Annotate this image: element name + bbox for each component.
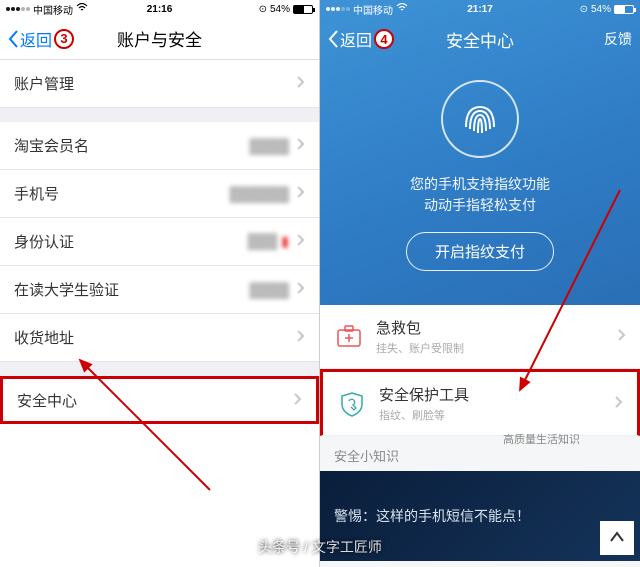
battery-icon <box>293 5 313 14</box>
row-label: 账户管理 <box>14 73 74 94</box>
row-identity[interactable]: 身份认证 ███ ▮ <box>0 218 319 266</box>
back-button[interactable]: 返回 4 <box>328 27 394 51</box>
fingerprint-icon <box>441 80 519 158</box>
chevron-right-icon <box>294 392 302 409</box>
chevron-right-icon <box>297 75 305 92</box>
card-subtitle: 挂失、账户受限制 <box>376 340 610 356</box>
hero-line2: 动动手指轻松支付 <box>410 195 550 216</box>
scroll-top-button[interactable] <box>600 521 634 555</box>
row-value: ████ <box>249 138 289 154</box>
alarm-icon: ⊙ <box>259 4 267 15</box>
row-label: 淘宝会员名 <box>14 135 89 156</box>
enable-fingerprint-button[interactable]: 开启指纹支付 <box>406 232 554 271</box>
tips-note: 高质量生活知识 <box>503 431 580 447</box>
chevron-right-icon <box>297 281 305 298</box>
settings-list: 账户管理 淘宝会员名 ████ 手机号 ██████ 身份认证 ███ ▮ 在读… <box>0 60 319 424</box>
chevron-right-icon <box>297 137 305 154</box>
wifi-icon <box>396 3 408 15</box>
page-title: 账户与安全 <box>117 26 202 51</box>
hero-text: 您的手机支持指纹功能 动动手指轻松支付 <box>410 174 550 216</box>
row-label: 手机号 <box>14 183 59 204</box>
row-label: 在读大学生验证 <box>14 279 119 300</box>
row-value: ████ <box>249 282 289 298</box>
nav-bar: 返回 3 账户与安全 <box>0 18 319 60</box>
carrier-label: 中国移动 <box>33 2 73 17</box>
clock: 21:17 <box>467 4 493 15</box>
hero-line1: 您的手机支持指纹功能 <box>410 174 550 195</box>
chevron-right-icon <box>297 233 305 250</box>
chevron-right-icon <box>618 328 626 346</box>
wifi-icon <box>76 3 88 15</box>
row-label: 身份认证 <box>14 231 74 252</box>
banner-text: 警惕：这样的手机短信不能点！ <box>334 506 530 526</box>
card-security-tools[interactable]: 安全保护工具 指纹、刷脸等 <box>320 369 640 436</box>
row-account-mgmt[interactable]: 账户管理 <box>0 60 319 108</box>
chevron-right-icon <box>297 329 305 346</box>
first-aid-icon <box>334 322 364 352</box>
row-security-center[interactable]: 安全中心 <box>0 376 319 424</box>
back-button[interactable]: 返回 3 <box>8 27 74 51</box>
row-label: 安全中心 <box>17 390 77 411</box>
card-title: 急救包 <box>376 317 610 338</box>
back-label: 返回 <box>20 27 52 51</box>
step-badge-3: 3 <box>54 29 74 49</box>
back-label: 返回 <box>340 27 372 51</box>
card-emergency-kit[interactable]: 急救包 挂失、账户受限制 <box>320 305 640 369</box>
signal-icon <box>6 7 30 11</box>
row-label: 收货地址 <box>14 327 74 348</box>
page-title: 安全中心 <box>446 27 514 52</box>
feedback-button[interactable]: 反馈 <box>604 29 632 49</box>
row-student[interactable]: 在读大学生验证 ████ <box>0 266 319 314</box>
carrier-label: 中国移动 <box>353 2 393 17</box>
tips-header: 安全小知识 <box>320 436 640 471</box>
shield-wrench-icon <box>337 389 367 419</box>
row-phone[interactable]: 手机号 ██████ <box>0 170 319 218</box>
card-title: 安全保护工具 <box>379 384 607 405</box>
hero-section: 中国移动 21:17 ⊙ 54% 返回 4 安全中心 反馈 <box>320 0 640 305</box>
right-screenshot: 中国移动 21:17 ⊙ 54% 返回 4 安全中心 反馈 <box>320 0 640 567</box>
step-badge-4: 4 <box>374 29 394 49</box>
alarm-icon: ⊙ <box>580 4 588 15</box>
battery-label: 54% <box>270 4 290 15</box>
status-bar: 中国移动 21:16 ⊙ 54% <box>0 0 319 18</box>
battery-label: 54% <box>591 4 611 15</box>
card-subtitle: 指纹、刷脸等 <box>379 407 607 423</box>
row-member-name[interactable]: 淘宝会员名 ████ <box>0 122 319 170</box>
row-value: ███ ▮ <box>248 233 289 250</box>
battery-icon <box>614 5 634 14</box>
status-bar: 中国移动 21:17 ⊙ 54% <box>320 0 640 18</box>
chevron-right-icon <box>297 185 305 202</box>
row-value: ██████ <box>229 186 289 202</box>
signal-icon <box>326 7 350 11</box>
clock: 21:16 <box>147 4 173 15</box>
nav-bar: 返回 4 安全中心 反馈 <box>320 18 640 60</box>
row-address[interactable]: 收货地址 <box>0 314 319 362</box>
left-screenshot: 中国移动 21:16 ⊙ 54% 返回 3 账户与安全 账户管理 淘宝会员名 █… <box>0 0 320 567</box>
chevron-right-icon <box>615 395 623 413</box>
watermark: 头条号 / 文字工匠师 <box>258 537 382 557</box>
